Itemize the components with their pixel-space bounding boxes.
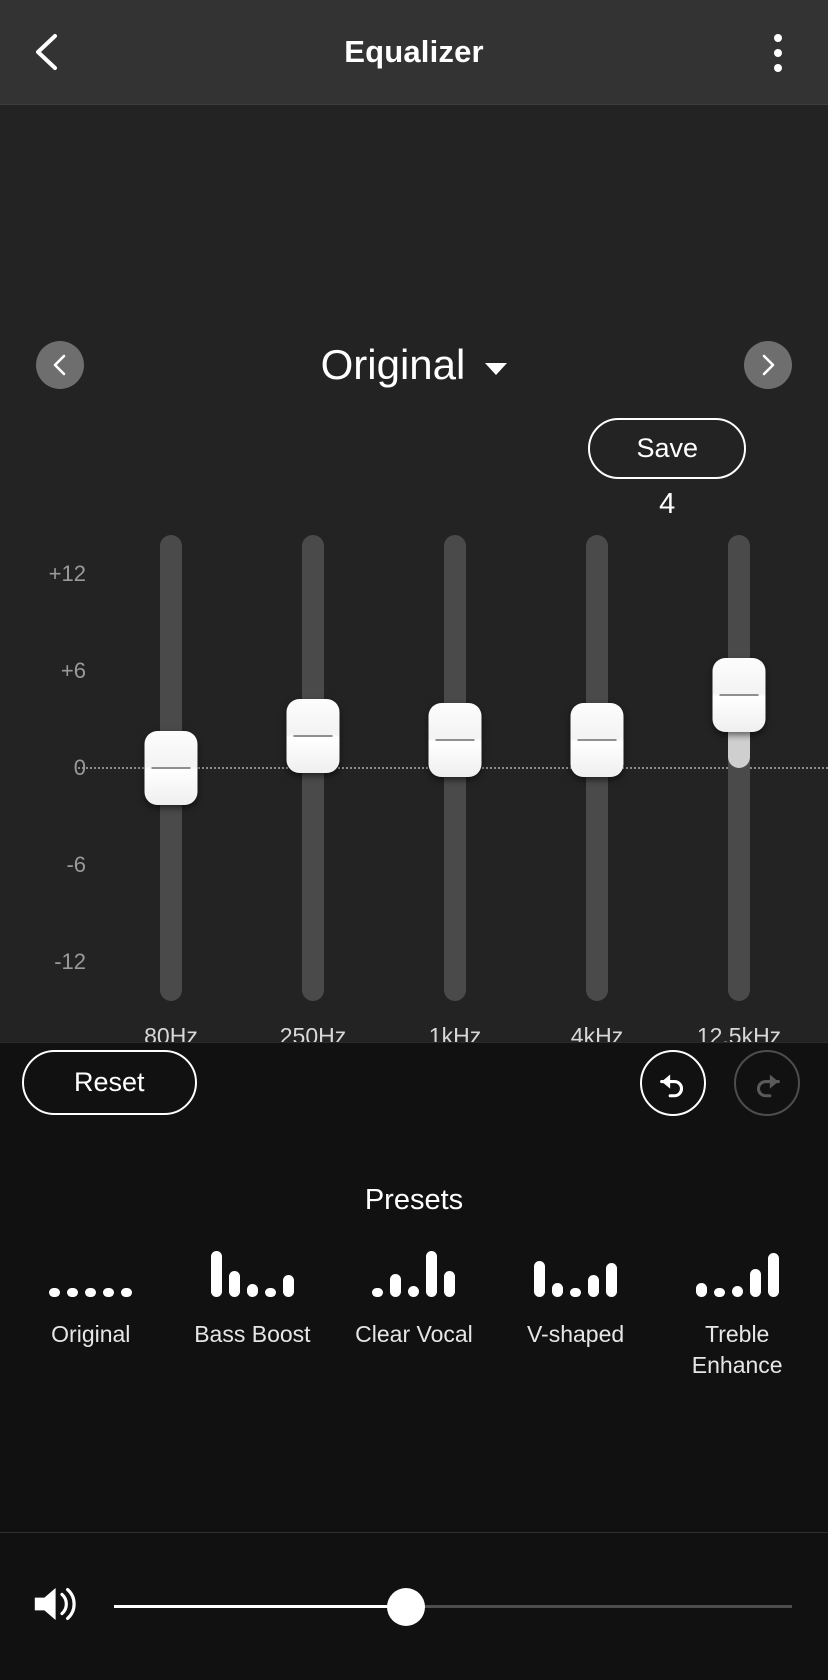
preset-icon-bar <box>246 1284 258 1297</box>
presets-section: Presets Original Bass Boost Clear Vocal V-s… <box>0 1122 828 1532</box>
preset-icon-bar <box>85 1288 97 1297</box>
preset-icon-bar <box>588 1275 600 1297</box>
preset-label: Clear Vocal <box>355 1321 473 1347</box>
preset-icon-bar <box>282 1275 294 1297</box>
redo-button[interactable] <box>734 1049 800 1116</box>
back-button[interactable] <box>0 0 96 105</box>
band-slider-thumb[interactable] <box>286 698 340 773</box>
history-controls <box>640 1049 800 1116</box>
band-slider-thumb[interactable] <box>428 703 482 778</box>
eq-slider-area: +12 +6 0 -6 -12 80Hz 250Hz 1kHz 4kHz 12.5kHz <box>0 535 828 1049</box>
equalizer-panel: Original Save 4 +12 +6 0 -6 -12 80Hz 250Hz 1kH… <box>0 105 828 1049</box>
preset-icon-bar <box>264 1288 276 1297</box>
preset-icon-bar <box>570 1288 582 1297</box>
preset-label: V-shaped <box>526 1321 625 1347</box>
equalizer-screen: Equalizer Original Save 4 +12 +6 0 -6 -1… <box>0 0 828 1680</box>
db-tick-label: -6 <box>66 852 86 878</box>
speaker-volume-icon[interactable] <box>30 1582 78 1631</box>
volume-slider[interactable] <box>114 1587 792 1627</box>
preset-label: Bass Boost <box>194 1321 311 1347</box>
chevron-left-icon <box>36 34 57 70</box>
chevron-left-icon <box>53 354 66 376</box>
more-vertical-icon-dot <box>774 33 782 42</box>
preset-icon-bar <box>372 1288 384 1297</box>
band-slider-track <box>728 535 750 1001</box>
preset-item[interactable]: Original <box>11 1243 171 1350</box>
preset-icon-bar <box>534 1261 546 1297</box>
save-preset-group: Save 4 <box>588 418 746 521</box>
preset-selector: Original <box>0 320 828 410</box>
preset-label: Original <box>51 1321 131 1347</box>
preset-waveform-icon <box>695 1243 779 1297</box>
band-slider-list <box>100 535 810 1001</box>
preset-item[interactable]: Treble Enhance <box>657 1243 817 1381</box>
undo-icon <box>660 1074 683 1097</box>
preset-item[interactable]: V-shaped <box>496 1243 656 1350</box>
preset-item[interactable]: Clear Vocal <box>334 1243 494 1350</box>
preset-icon-bar <box>552 1283 564 1297</box>
band-slider-thumb[interactable] <box>570 703 624 778</box>
band-slider[interactable] <box>694 535 784 1001</box>
page-title: Equalizer <box>344 34 484 69</box>
preset-icon-bar <box>695 1283 707 1297</box>
more-vertical-icon-dot <box>774 48 782 57</box>
preset-icon-bar <box>749 1269 761 1297</box>
redo-icon <box>757 1074 780 1097</box>
preset-icon-bar <box>731 1286 743 1297</box>
preset-icon-bar <box>767 1253 779 1297</box>
preset-waveform-icon <box>372 1243 456 1297</box>
more-vertical-icon-dot <box>774 63 782 72</box>
chevron-right-icon <box>762 354 775 376</box>
preset-label: Treble Enhance <box>691 1321 783 1379</box>
volume-bar <box>0 1532 828 1680</box>
preset-icon-bar <box>121 1288 133 1297</box>
reset-button[interactable]: Reset <box>22 1050 197 1115</box>
preset-icon-bar <box>67 1288 79 1297</box>
save-button[interactable]: Save <box>588 418 746 479</box>
db-tick-label: -12 <box>54 949 86 975</box>
eq-control-bar: Reset <box>0 1042 828 1122</box>
presets-heading: Presets <box>364 1184 464 1216</box>
db-tick-label: +12 <box>48 560 86 586</box>
volume-thumb[interactable] <box>386 1587 425 1626</box>
preset-icon-bar <box>606 1263 618 1297</box>
preset-icon-bar <box>228 1271 240 1297</box>
band-slider[interactable] <box>552 535 642 1001</box>
preset-icon-bar <box>408 1286 420 1297</box>
preset-name-dropdown[interactable]: Original <box>321 341 508 389</box>
preset-waveform-icon <box>534 1243 618 1297</box>
band-slider[interactable] <box>268 535 358 1001</box>
next-preset-button[interactable] <box>744 341 792 389</box>
preset-list: Original Bass Boost Clear Vocal V-shaped Tre… <box>0 1217 828 1381</box>
band-slider-thumb[interactable] <box>144 731 198 805</box>
preset-item[interactable]: Bass Boost <box>172 1243 332 1350</box>
preset-waveform-icon <box>210 1243 294 1297</box>
caret-down-icon <box>485 363 508 375</box>
preset-icon-bar <box>103 1288 115 1297</box>
preset-waveform-icon <box>49 1243 133 1297</box>
app-header: Equalizer <box>0 0 828 105</box>
preset-icon-bar <box>390 1274 402 1297</box>
volume-track-fill <box>114 1605 406 1608</box>
db-tick-label: +6 <box>60 657 86 683</box>
preset-icon-bar <box>444 1271 456 1297</box>
previous-preset-button[interactable] <box>36 341 84 389</box>
preset-icon-bar <box>713 1288 725 1297</box>
current-preset-label: Original <box>320 341 466 388</box>
overflow-menu-button[interactable] <box>728 0 828 105</box>
band-slider[interactable] <box>126 535 216 1001</box>
undo-button[interactable] <box>640 1049 706 1116</box>
preset-icon-bar <box>49 1288 61 1297</box>
save-slot-count: 4 <box>659 488 676 520</box>
preset-icon-bar <box>426 1251 438 1297</box>
band-slider-thumb[interactable] <box>712 658 766 733</box>
band-slider[interactable] <box>410 535 500 1001</box>
preset-icon-bar <box>210 1251 222 1297</box>
